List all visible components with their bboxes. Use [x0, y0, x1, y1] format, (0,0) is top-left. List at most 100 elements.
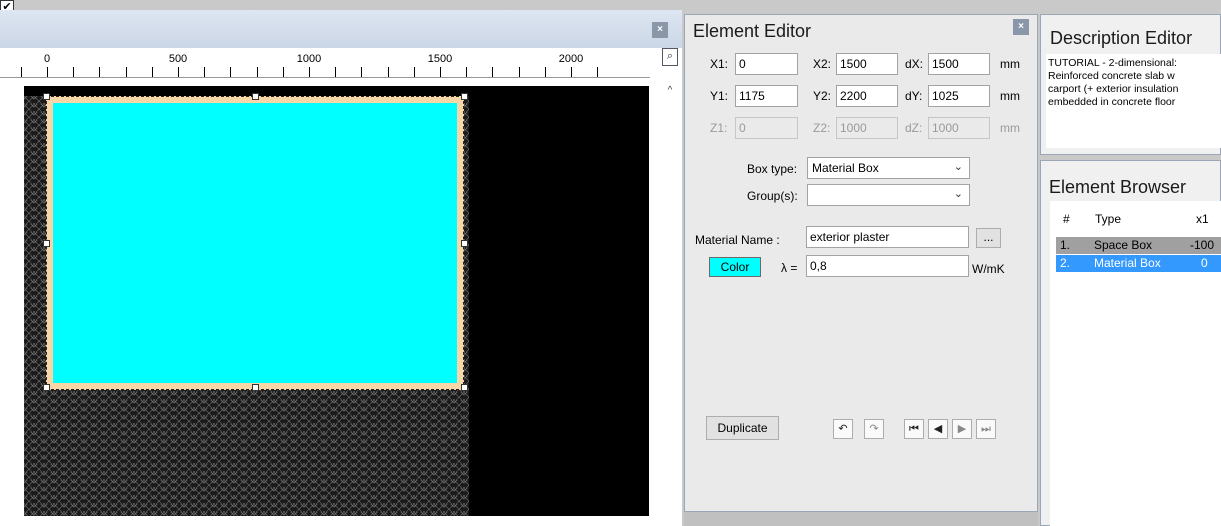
- groups-label: Group(s):: [747, 189, 798, 203]
- last-element-icon[interactable]: ⏭: [976, 419, 996, 439]
- next-element-icon[interactable]: ▶: [952, 419, 972, 439]
- column-header-x1[interactable]: x1: [1196, 212, 1209, 226]
- row-x1: -100: [1190, 238, 1215, 252]
- y2-input[interactable]: 2200: [836, 85, 898, 107]
- resize-handle-top-mid[interactable]: [252, 93, 259, 100]
- dx-label: dX:: [905, 57, 924, 71]
- resize-handle-bottom-mid[interactable]: [252, 384, 259, 391]
- resize-handle-bottom-right[interactable]: [461, 384, 468, 391]
- ruler-tick: [230, 67, 232, 77]
- drawing-canvas[interactable]: [24, 86, 649, 516]
- x2-label: X2:: [813, 57, 832, 71]
- ruler-label: 0: [43, 53, 51, 65]
- ruler-tick: [544, 67, 546, 77]
- x1-label: X1:: [710, 57, 729, 71]
- ruler-tick: [413, 67, 415, 77]
- undo-icon[interactable]: ↶: [833, 419, 853, 439]
- duplicate-button[interactable]: Duplicate: [706, 416, 779, 440]
- dz-label: dZ:: [905, 121, 923, 135]
- table-row[interactable]: 2. Material Box 0: [1056, 255, 1221, 272]
- x-unit-label: mm: [1000, 57, 1020, 71]
- ruler-label: 1000: [296, 53, 322, 65]
- ruler-tick: [256, 67, 258, 77]
- material-name-input[interactable]: exterior plaster: [806, 226, 969, 248]
- description-textarea[interactable]: TUTORIAL - 2-dimensional: Reinforced con…: [1046, 54, 1221, 148]
- box-type-value: Material Box: [812, 161, 879, 175]
- zoom-fit-icon[interactable]: ⌕: [662, 48, 678, 66]
- x1-input[interactable]: 0: [735, 53, 798, 75]
- material-browse-button[interactable]: ...: [976, 228, 1001, 248]
- ruler-tick: [335, 67, 337, 77]
- previous-element-icon[interactable]: ◀: [928, 419, 948, 439]
- dy-input[interactable]: 1025: [928, 85, 990, 107]
- ruler-tick: [597, 67, 599, 77]
- dy-label: dY:: [905, 89, 923, 103]
- ruler-tick: [178, 67, 179, 77]
- selection-outline: [46, 96, 464, 390]
- ruler-tick: [361, 67, 363, 77]
- z2-input: 1000: [836, 117, 898, 139]
- ruler-tick: [309, 67, 310, 77]
- y-unit-label: mm: [1000, 89, 1020, 103]
- row-type: Space Box: [1094, 238, 1153, 252]
- ruler-label: 1500: [427, 53, 453, 65]
- row-x1: 0: [1201, 256, 1208, 270]
- ruler-label: 500: [168, 53, 188, 65]
- ruler-tick: [47, 67, 48, 77]
- resize-handle-top-right[interactable]: [461, 93, 468, 100]
- canvas-titlebar: [0, 10, 682, 48]
- ruler-tick: [440, 67, 441, 77]
- scroll-up-icon[interactable]: ^: [663, 85, 677, 97]
- element-browser-title: Element Browser: [1049, 177, 1187, 197]
- resize-handle-mid-left[interactable]: [43, 240, 50, 247]
- box-type-label: Box type:: [747, 162, 798, 176]
- y2-label: Y2:: [813, 89, 832, 103]
- z1-label: Z1:: [710, 121, 728, 135]
- y1-input[interactable]: 1175: [735, 85, 798, 107]
- row-type: Material Box: [1094, 256, 1161, 270]
- row-number: 2.: [1060, 256, 1071, 270]
- groups-select[interactable]: ⌄: [807, 184, 970, 206]
- table-row[interactable]: 1. Space Box -100: [1056, 237, 1221, 254]
- row-number: 1.: [1060, 238, 1071, 252]
- description-line: Reinforced concrete slab w: [1048, 70, 1175, 82]
- y1-label: Y1:: [710, 89, 729, 103]
- ruler-tick: [99, 67, 101, 77]
- description-line: embedded in concrete floor: [1048, 96, 1176, 108]
- x2-input[interactable]: 1500: [836, 53, 898, 75]
- first-element-icon[interactable]: ⏮: [904, 419, 924, 439]
- description-line: TUTORIAL - 2-dimensional:: [1048, 57, 1177, 69]
- ruler-tick: [387, 67, 389, 77]
- material-name-label: Material Name :: [695, 233, 780, 247]
- color-button[interactable]: Color: [709, 257, 761, 277]
- lambda-input[interactable]: 0,8: [806, 255, 969, 277]
- element-editor-close-button[interactable]: ×: [1013, 19, 1029, 35]
- ruler-tick: [73, 67, 75, 77]
- canvas-close-button[interactable]: ×: [652, 22, 668, 38]
- dz-input: 1000: [928, 117, 990, 139]
- z1-input: 0: [735, 117, 798, 139]
- resize-handle-top-left[interactable]: [43, 93, 50, 100]
- z2-label: Z2:: [813, 121, 831, 135]
- ruler-label: 2000: [558, 53, 584, 65]
- resize-handle-bottom-left[interactable]: [43, 384, 50, 391]
- ruler-tick: [571, 67, 572, 77]
- chevron-down-icon: ⌄: [953, 161, 963, 173]
- box-type-select[interactable]: Material Box ⌄: [807, 157, 970, 179]
- column-header-number[interactable]: #: [1063, 212, 1070, 226]
- lambda-unit-label: W/mK: [972, 262, 1005, 276]
- editor-bottom-strip: [684, 512, 1038, 526]
- ruler-tick: [466, 67, 468, 77]
- description-line: carport (+ exterior insulation: [1048, 83, 1179, 95]
- element-editor-title: Element Editor: [693, 21, 812, 41]
- redo-icon[interactable]: ↷: [864, 419, 884, 439]
- description-editor-title: Description Editor: [1050, 28, 1193, 48]
- dx-input[interactable]: 1500: [928, 53, 990, 75]
- ruler-tick: [204, 67, 206, 77]
- ruler-tick: [282, 67, 284, 77]
- ruler-tick: [518, 67, 520, 77]
- ruler-tick: [492, 67, 494, 77]
- resize-handle-mid-right[interactable]: [461, 240, 468, 247]
- column-header-type[interactable]: Type: [1095, 212, 1121, 226]
- ruler-tick: [125, 67, 127, 77]
